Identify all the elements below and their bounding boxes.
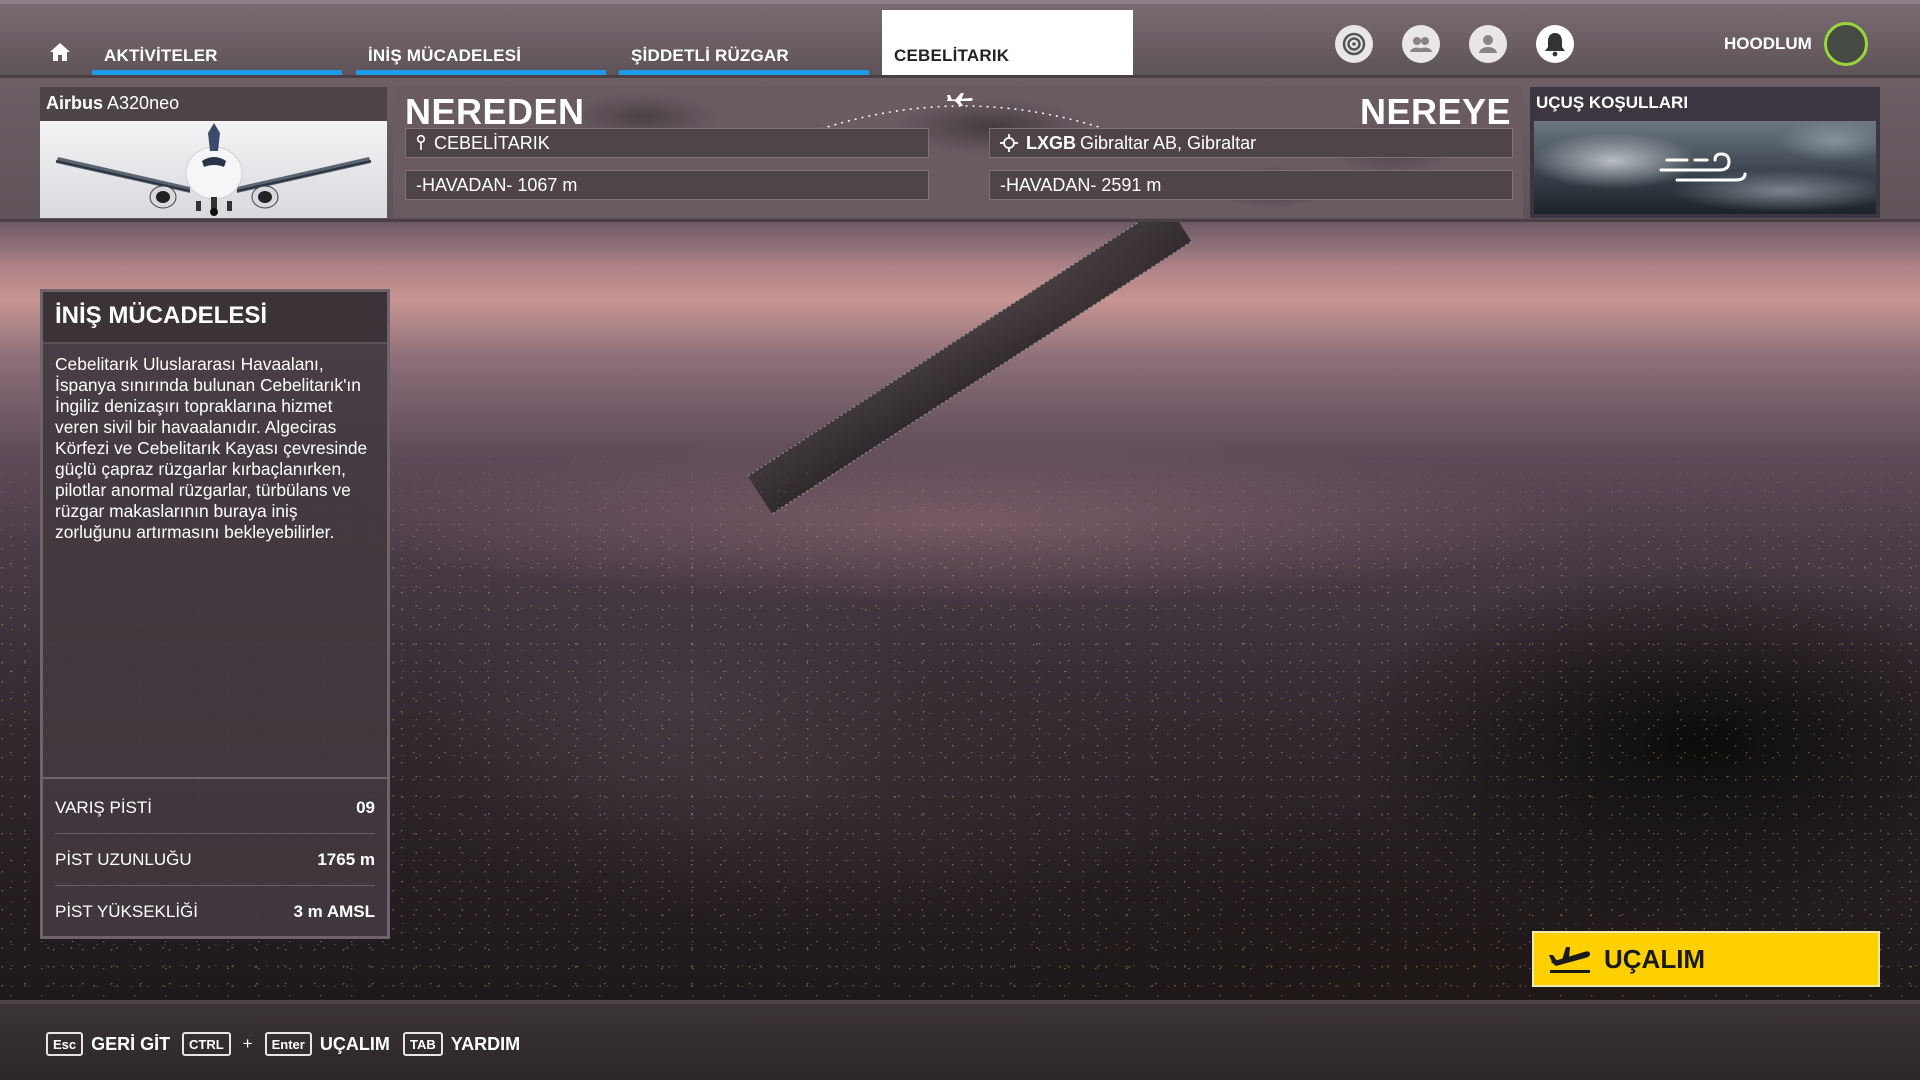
aircraft-model: A320neo xyxy=(107,93,180,113)
airplane-illustration xyxy=(55,123,372,216)
stat-runway-elevation: PİST YÜKSEKLİĞİ 3 m AMSL xyxy=(55,886,375,938)
from-location-field[interactable]: CEBELİTARIK xyxy=(405,128,929,158)
tab-label: CEBELİTARIK xyxy=(894,46,1010,65)
challenge-panel: İNİŞ MÜCADELESİ Cebelitarık Uluslararası… xyxy=(40,289,390,939)
stat-label: PİST YÜKSEKLİĞİ xyxy=(55,902,198,921)
takeoff-icon xyxy=(1549,947,1590,973)
challenge-title: İNİŞ MÜCADELESİ xyxy=(43,292,387,344)
fly-button-label: UÇALIM xyxy=(1604,943,1706,974)
target-icon xyxy=(1342,32,1366,56)
tab-gibraltar[interactable]: CEBELİTARIK xyxy=(882,10,1133,78)
fly-hint[interactable]: CTRL + Enter UÇALIM xyxy=(182,1030,390,1058)
tab-strong-wind[interactable]: ŞİDDETLİ RÜZGAR xyxy=(619,26,869,78)
to-airport-name: Gibraltar AB, Gibraltar xyxy=(1080,133,1257,153)
friends-button[interactable] xyxy=(1402,25,1440,63)
stat-label: PİST UZUNLUĞU xyxy=(55,849,192,869)
to-airport-code: LXGB xyxy=(1026,133,1077,153)
pin-icon xyxy=(416,135,426,150)
flight-info-strip: Airbus A320neo NEREDEN NEREYE CEBELİTARI… xyxy=(0,75,1920,222)
challenge-description: Cebelitarık Uluslararası Havaalanı, İspa… xyxy=(55,354,368,542)
help-label: YARDIM xyxy=(450,1033,521,1054)
conditions-image xyxy=(1534,121,1876,214)
bell-icon xyxy=(1545,33,1565,57)
enter-key: Enter xyxy=(264,1032,312,1056)
tab-label: ŞİDDETLİ RÜZGAR xyxy=(631,46,789,65)
fly-button[interactable]: UÇALIM xyxy=(1532,931,1880,987)
to-altitude-text: -HAVADAN- 2591 m xyxy=(1000,175,1162,195)
to-location-field[interactable]: LXGB Gibraltar AB, Gibraltar xyxy=(989,128,1513,158)
fly-hint-label: UÇALIM xyxy=(319,1033,390,1054)
esc-key: Esc xyxy=(46,1032,84,1056)
stat-arrival-runway: VARIŞ PİSTİ 09 xyxy=(55,782,375,834)
aircraft-name: Airbus A320neo xyxy=(46,93,179,114)
avatar[interactable] xyxy=(1824,22,1868,66)
home-button[interactable] xyxy=(40,32,80,72)
stat-value: 09 xyxy=(356,797,375,817)
to-altitude-field[interactable]: -HAVADAN- 2591 m xyxy=(989,170,1513,200)
tab-label: İNİŞ MÜCADELESİ xyxy=(368,46,522,65)
tab-key: TAB xyxy=(403,1032,443,1056)
friends-icon xyxy=(1410,37,1432,52)
flight-conditions-card[interactable]: UÇUŞ KOŞULLARI xyxy=(1530,87,1880,218)
back-hint[interactable]: Esc GERİ GİT xyxy=(46,1030,170,1058)
stat-value: 1765 m xyxy=(317,849,375,869)
plane-icon xyxy=(947,93,973,106)
from-altitude-field[interactable]: -HAVADAN- 1067 m xyxy=(405,170,929,200)
conditions-label: UÇUŞ KOŞULLARI xyxy=(1536,93,1689,112)
profile-icon xyxy=(1479,35,1497,53)
username[interactable]: HOODLUM xyxy=(1724,34,1812,54)
help-hint[interactable]: TAB YARDIM xyxy=(403,1030,520,1058)
tab-activities[interactable]: AKTİVİTELER xyxy=(92,26,342,78)
target-button[interactable] xyxy=(1335,25,1373,63)
to-heading: NEREYE xyxy=(1359,91,1511,132)
from-heading: NEREDEN xyxy=(405,91,585,132)
wind-icon xyxy=(1659,151,1747,181)
profile-button[interactable] xyxy=(1469,25,1507,63)
aircraft-brand: Airbus xyxy=(46,93,104,113)
tab-landing-challenge[interactable]: İNİŞ MÜCADELESİ xyxy=(356,26,606,78)
route-panel: NEREDEN NEREYE CEBELİTARIK -HAVADAN- 106… xyxy=(393,87,1523,218)
notifications-button[interactable] xyxy=(1536,25,1574,63)
from-altitude-text: -HAVADAN- 1067 m xyxy=(416,175,578,195)
ctrl-key: CTRL xyxy=(182,1032,231,1056)
from-location-text: CEBELİTARIK xyxy=(434,133,550,153)
tab-label: AKTİVİTELER xyxy=(104,46,218,65)
aircraft-card[interactable]: Airbus A320neo xyxy=(40,87,387,218)
stats-divider xyxy=(43,777,387,779)
airport-icon xyxy=(1000,134,1018,152)
stat-value: 3 m AMSL xyxy=(293,902,375,921)
aircraft-image xyxy=(40,121,387,218)
bottom-hint-bar: Esc GERİ GİT CTRL + Enter UÇALIM TAB YAR… xyxy=(0,1000,1920,1080)
stat-label: VARIŞ PİSTİ xyxy=(55,797,152,817)
stat-runway-length: PİST UZUNLUĞU 1765 m xyxy=(55,834,375,886)
back-label: GERİ GİT xyxy=(91,1033,171,1054)
top-nav-bar: AKTİVİTELER İNİŞ MÜCADELESİ ŞİDDETLİ RÜZ… xyxy=(0,0,1920,78)
home-icon xyxy=(50,43,70,61)
plus-sign: + xyxy=(242,1034,253,1053)
